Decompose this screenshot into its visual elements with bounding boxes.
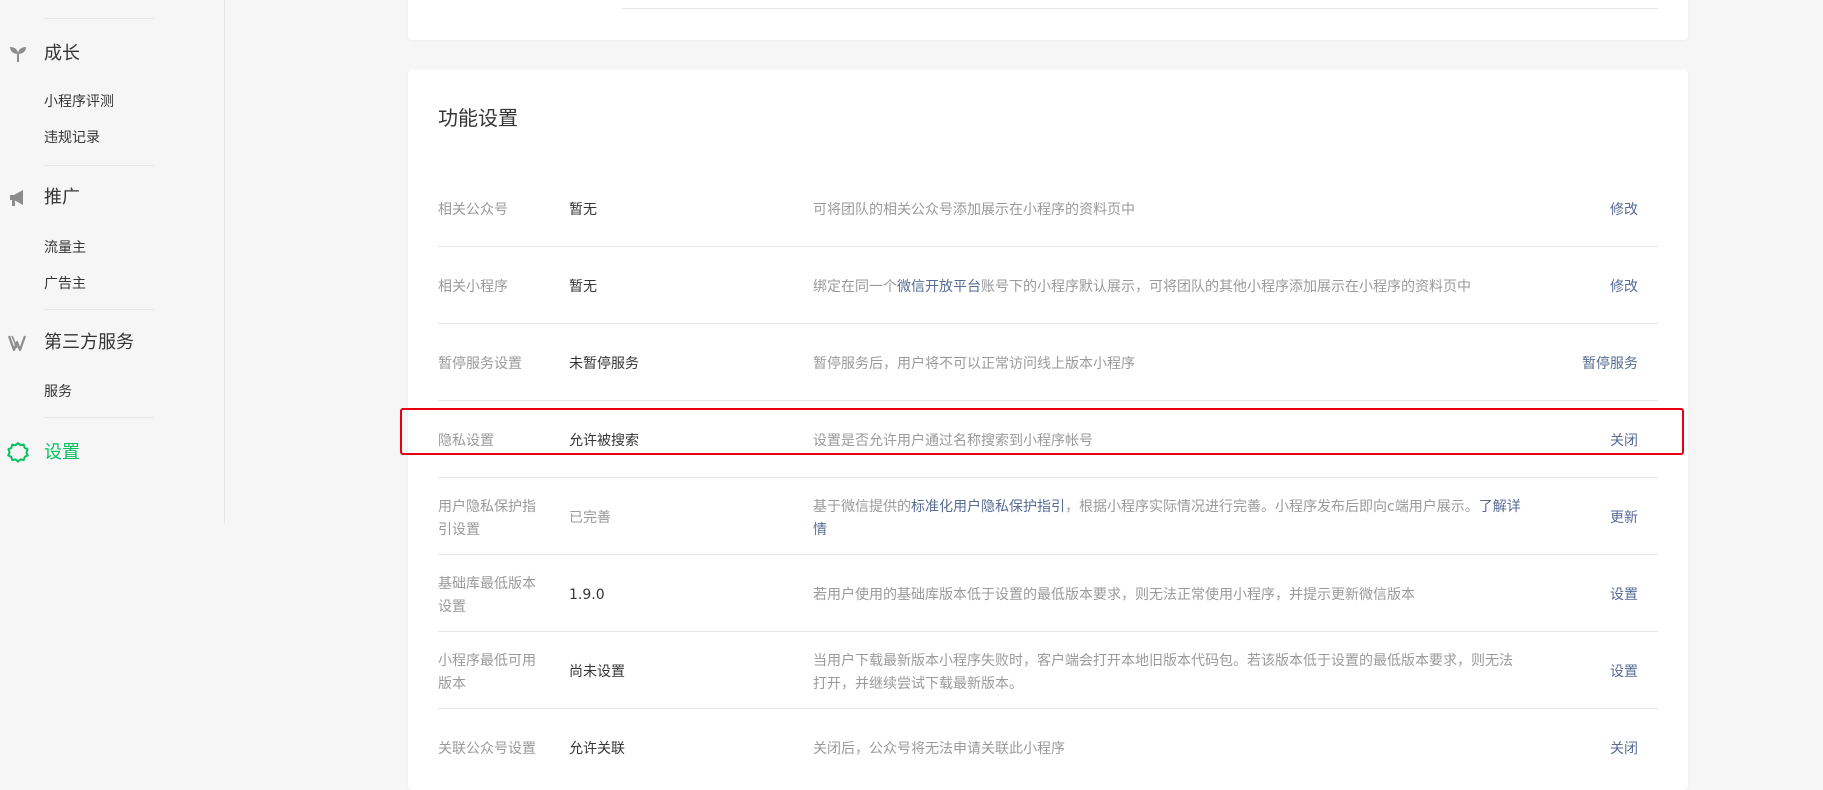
setting-label: 相关公众号 xyxy=(438,202,508,218)
setting-description: 关闭后，公众号将无法申请关联此小程序 xyxy=(813,741,1065,757)
description-text: 基于微信提供的 xyxy=(813,499,911,515)
setting-label: 暂停服务设置 xyxy=(438,356,522,372)
sidebar-section-promotion[interactable]: 推广 xyxy=(44,186,80,210)
setting-row-pause-service: 暂停服务设置 未暂停服务 暂停服务后，用户将不可以正常访问线上版本小程序 暂停服… xyxy=(438,324,1658,401)
gear-icon xyxy=(7,442,29,463)
setting-value: 尚未设置 xyxy=(569,664,625,680)
setting-description: 设置是否允许用户通过名称搜索到小程序帐号 xyxy=(813,433,1093,449)
setting-description: 可将团队的相关公众号添加展示在小程序的资料页中 xyxy=(813,202,1135,218)
feature-settings-card: 功能设置 相关公众号 暂无 可将团队的相关公众号添加展示在小程序的资料页中 修改… xyxy=(408,70,1688,790)
setting-row-min-available-version: 小程序最低可用版本 尚未设置 当用户下载最新版本小程序失败时，客户端会打开本地旧… xyxy=(438,632,1658,709)
setting-value: 暂无 xyxy=(569,202,597,218)
setting-label: 用户隐私保护指引设置 xyxy=(438,499,536,538)
setting-label: 相关小程序 xyxy=(438,279,508,295)
set-button[interactable]: 设置 xyxy=(1610,661,1638,684)
setting-description: 当用户下载最新版本小程序失败时，客户端会打开本地旧版本代码包。若该版本低于设置的… xyxy=(813,653,1513,692)
update-button[interactable]: 更新 xyxy=(1610,507,1638,530)
sidebar-divider xyxy=(44,165,154,166)
setting-row-related-mini-programs: 相关小程序 暂无 绑定在同一个微信开放平台账号下的小程序默认展示，可将团队的其他… xyxy=(438,247,1658,324)
sidebar-item-publisher[interactable]: 流量主 xyxy=(44,238,86,258)
close-button[interactable]: 关闭 xyxy=(1610,430,1638,453)
sidebar: 成长 小程序评测 违规记录 推广 流量主 广告主 第三方服务 服务 设置 xyxy=(0,0,225,524)
sidebar-section-settings[interactable]: 设置 xyxy=(44,441,80,465)
sidebar-item-services[interactable]: 服务 xyxy=(44,382,72,402)
sidebar-divider xyxy=(44,309,154,310)
setting-label: 隐私设置 xyxy=(438,433,494,449)
setting-value: 允许关联 xyxy=(569,741,625,757)
pause-service-button[interactable]: 暂停服务 xyxy=(1582,353,1638,376)
setting-row-privacy-guide: 用户隐私保护指引设置 已完善 基于微信提供的标准化用户隐私保护指引，根据小程序实… xyxy=(438,478,1658,555)
setting-description: 基于微信提供的标准化用户隐私保护指引，根据小程序实际情况进行完善。小程序发布后即… xyxy=(813,496,1523,542)
setting-value: 已完善 xyxy=(569,510,611,526)
sidebar-item-advertiser[interactable]: 广告主 xyxy=(44,274,86,294)
modify-button[interactable]: 修改 xyxy=(1610,199,1638,222)
setting-description: 绑定在同一个微信开放平台账号下的小程序默认展示，可将团队的其他小程序添加展示在小… xyxy=(813,276,1523,299)
privacy-guide-link[interactable]: 标准化用户隐私保护指引 xyxy=(911,499,1065,515)
previous-settings-card xyxy=(408,0,1688,40)
setting-row-linked-official-account: 关联公众号设置 允许关联 关闭后，公众号将无法申请关联此小程序 关闭 xyxy=(438,709,1658,786)
sidebar-section-growth[interactable]: 成长 xyxy=(44,42,80,66)
sidebar-item-mini-program-review[interactable]: 小程序评测 xyxy=(44,92,114,112)
setting-row-min-library-version: 基础库最低版本设置 1.9.0 若用户使用的基础库版本低于设置的最低版本要求，则… xyxy=(438,555,1658,632)
setting-value: 允许被搜索 xyxy=(569,433,639,449)
sidebar-item-violation-records[interactable]: 违规记录 xyxy=(44,128,100,148)
setting-value: 未暂停服务 xyxy=(569,356,639,372)
card-title: 功能设置 xyxy=(438,106,518,130)
third-party-icon xyxy=(8,335,27,352)
description-text: 账号下的小程序默认展示，可将团队的其他小程序添加展示在小程序的资料页中 xyxy=(981,279,1471,295)
setting-row-related-official-accounts: 相关公众号 暂无 可将团队的相关公众号添加展示在小程序的资料页中 修改 xyxy=(438,170,1658,247)
setting-description: 若用户使用的基础库版本低于设置的最低版本要求，则无法正常使用小程序，并提示更新微… xyxy=(813,587,1415,603)
set-button[interactable]: 设置 xyxy=(1610,584,1638,607)
description-text: 绑定在同一个 xyxy=(813,279,897,295)
description-text: ，根据小程序实际情况进行完善。小程序发布后即向c端用户展示。 xyxy=(1065,499,1479,515)
setting-row-privacy: 隐私设置 允许被搜索 设置是否允许用户通过名称搜索到小程序帐号 关闭 xyxy=(438,401,1658,478)
setting-label: 小程序最低可用版本 xyxy=(438,653,536,692)
sidebar-section-third-party-services[interactable]: 第三方服务 xyxy=(44,331,134,355)
setting-label: 关联公众号设置 xyxy=(438,741,536,757)
setting-description: 暂停服务后，用户将不可以正常访问线上版本小程序 xyxy=(813,356,1135,372)
row-divider xyxy=(622,8,1658,9)
sidebar-divider xyxy=(44,18,154,19)
setting-value: 暂无 xyxy=(569,279,597,295)
setting-label: 基础库最低版本设置 xyxy=(438,576,536,615)
setting-value: 1.9.0 xyxy=(569,587,605,603)
megaphone-icon xyxy=(10,190,23,206)
close-button[interactable]: 关闭 xyxy=(1610,738,1638,761)
wechat-open-platform-link[interactable]: 微信开放平台 xyxy=(897,279,981,295)
modify-button[interactable]: 修改 xyxy=(1610,276,1638,299)
sidebar-divider xyxy=(44,417,154,418)
sprout-icon xyxy=(10,47,26,62)
